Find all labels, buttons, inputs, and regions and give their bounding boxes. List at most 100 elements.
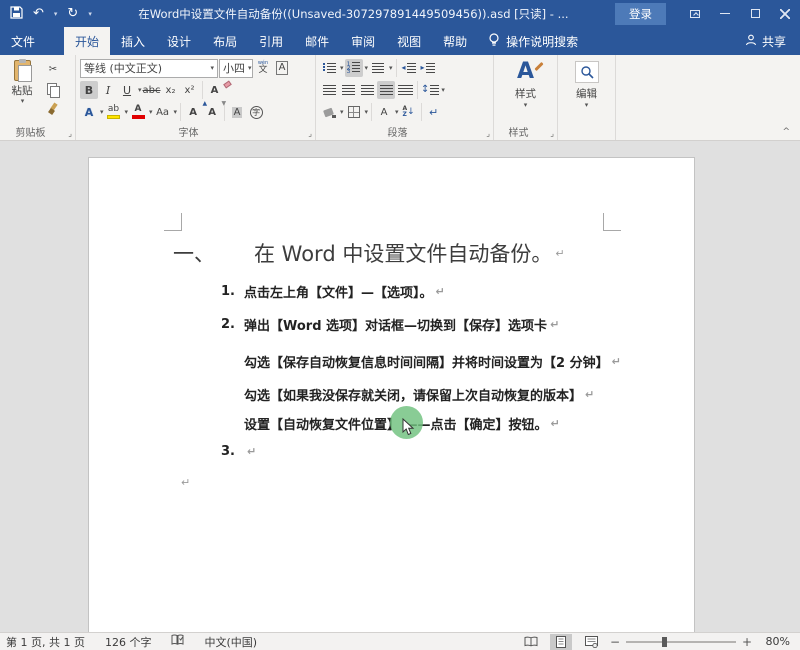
clipboard-dialog-launcher[interactable]: ⌟: [68, 130, 72, 138]
paragraph-dialog-launcher[interactable]: ⌟: [486, 130, 490, 138]
sort-button[interactable]: AZ↓: [400, 103, 418, 121]
tab-design[interactable]: 设计: [156, 27, 202, 55]
shading-button[interactable]: [320, 103, 338, 121]
borders-button[interactable]: [345, 103, 363, 121]
close-button[interactable]: [770, 0, 800, 27]
shading-dropdown-icon[interactable]: ▾: [340, 109, 344, 116]
tab-layout[interactable]: 布局: [202, 27, 248, 55]
save-icon[interactable]: [10, 4, 23, 23]
enclose-characters-button[interactable]: 字: [247, 103, 265, 121]
sign-in-button[interactable]: 登录: [615, 3, 666, 25]
collapse-ribbon-icon[interactable]: ^: [782, 127, 790, 137]
bullets-button[interactable]: [320, 59, 338, 77]
redo-icon[interactable]: ↻: [67, 7, 78, 20]
font-size-select[interactable]: 小四 ▾: [219, 59, 253, 78]
tab-help[interactable]: 帮助: [432, 27, 478, 55]
styles-dropdown-icon[interactable]: ▾: [524, 102, 528, 109]
tab-mailings[interactable]: 邮件: [294, 27, 340, 55]
justify-button[interactable]: [377, 81, 395, 99]
undo-dropdown-icon[interactable]: ▾: [54, 10, 58, 18]
zoom-out-button[interactable]: −: [610, 635, 620, 649]
ribbon-display-options-button[interactable]: [680, 0, 710, 27]
numbering-dropdown-icon[interactable]: ▾: [365, 65, 369, 72]
multilevel-list-button[interactable]: [369, 59, 387, 77]
share-button[interactable]: 共享: [745, 27, 800, 55]
change-case-button[interactable]: Aa: [154, 103, 172, 121]
show-hide-marks-button[interactable]: ↵: [425, 103, 443, 121]
undo-icon[interactable]: ↶: [33, 7, 44, 20]
phonetic-guide-button[interactable]: wén 文: [254, 59, 272, 77]
word-count[interactable]: 126 个字: [105, 634, 152, 650]
line-spacing-dropdown-icon[interactable]: ▾: [441, 87, 445, 94]
change-case-dropdown-icon[interactable]: ▾: [174, 109, 178, 116]
minimize-button[interactable]: [710, 0, 740, 27]
styles-button[interactable]: A 样式 ▾: [498, 58, 553, 109]
zoom-in-button[interactable]: +: [742, 635, 752, 649]
align-right-button[interactable]: [358, 81, 376, 99]
asian-layout-button[interactable]: A: [375, 103, 393, 121]
language-indicator[interactable]: 中文(中国): [204, 634, 257, 650]
align-center-button[interactable]: [339, 81, 357, 99]
tab-view[interactable]: 视图: [386, 27, 432, 55]
status-bar: 第 1 页, 共 1 页 126 个字 中文(中国) − + 80%: [0, 632, 800, 650]
format-painter-button[interactable]: [44, 100, 62, 118]
font-dialog-launcher[interactable]: ⌟: [308, 130, 312, 138]
print-layout-button[interactable]: [550, 634, 572, 650]
strikethrough-button[interactable]: abc: [143, 81, 161, 99]
superscript-button[interactable]: x²: [181, 81, 199, 99]
document-page[interactable]: 一、 在 Word 中设置文件自动备份。 ↵ 1. 点击左上角【文件】—【选项】…: [88, 157, 695, 632]
read-mode-button[interactable]: [520, 634, 542, 650]
paste-button[interactable]: 粘贴 ▾: [4, 58, 40, 118]
distribute-button[interactable]: [396, 81, 414, 99]
character-border-button[interactable]: A: [273, 59, 291, 77]
font-color-dropdown-icon[interactable]: ▾: [149, 109, 153, 116]
crop-mark-right: [603, 213, 621, 231]
shrink-font-button[interactable]: A▼: [203, 103, 221, 121]
tell-me-search[interactable]: 操作说明搜索: [488, 27, 578, 55]
highlighter-icon: ab: [107, 105, 120, 119]
zoom-level[interactable]: 80%: [760, 635, 790, 648]
multilevel-dropdown-icon[interactable]: ▾: [389, 65, 393, 72]
tab-home[interactable]: 开始: [64, 27, 110, 55]
styles-dialog-launcher[interactable]: ⌟: [550, 130, 554, 138]
bullets-dropdown-icon[interactable]: ▾: [340, 65, 344, 72]
tab-review[interactable]: 审阅: [340, 27, 386, 55]
text-effects-dropdown-icon[interactable]: ▾: [100, 109, 104, 116]
zoom-slider-thumb[interactable]: [662, 637, 667, 647]
font-color-button[interactable]: A: [129, 103, 147, 121]
clipboard-icon: [14, 60, 31, 81]
underline-button[interactable]: U: [118, 81, 136, 99]
decrease-indent-button[interactable]: ◂: [400, 59, 418, 77]
paragraph-mark: ↵: [585, 388, 594, 401]
page-count[interactable]: 第 1 页, 共 1 页: [6, 634, 85, 650]
clear-formatting-button[interactable]: A: [206, 81, 224, 99]
web-layout-button[interactable]: [580, 634, 602, 650]
subscript-button[interactable]: x₂: [162, 81, 180, 99]
tab-references[interactable]: 引用: [248, 27, 294, 55]
asian-layout-dropdown-icon[interactable]: ▾: [395, 109, 399, 116]
align-left-button[interactable]: [320, 81, 338, 99]
font-name-select[interactable]: 等线 (中文正文) ▾: [80, 59, 218, 78]
highlight-dropdown-icon[interactable]: ▾: [125, 109, 129, 116]
character-shading-button[interactable]: A: [228, 103, 246, 121]
numbering-button[interactable]: 1 2 3: [345, 59, 363, 77]
italic-button[interactable]: I: [99, 81, 117, 99]
editing-button[interactable]: 编辑 ▾: [562, 58, 611, 109]
maximize-button[interactable]: [740, 0, 770, 27]
bold-button[interactable]: B: [80, 81, 98, 99]
paste-dropdown-icon[interactable]: ▾: [21, 98, 25, 105]
editing-dropdown-icon[interactable]: ▾: [585, 102, 589, 109]
borders-dropdown-icon[interactable]: ▾: [365, 109, 369, 116]
cut-icon[interactable]: ✂: [44, 60, 62, 78]
highlight-color-button[interactable]: ab: [105, 103, 123, 121]
zoom-slider[interactable]: [626, 641, 736, 643]
text-effects-button[interactable]: A: [80, 103, 98, 121]
underline-dropdown-icon[interactable]: ▾: [138, 87, 142, 94]
tab-insert[interactable]: 插入: [110, 27, 156, 55]
grow-font-button[interactable]: A▲: [184, 103, 202, 121]
increase-indent-button[interactable]: ▸: [419, 59, 437, 77]
line-spacing-button[interactable]: ↕: [421, 81, 439, 99]
tab-file[interactable]: 文件: [0, 27, 46, 55]
proofing-icon[interactable]: [171, 634, 184, 649]
copy-button[interactable]: [44, 80, 62, 98]
